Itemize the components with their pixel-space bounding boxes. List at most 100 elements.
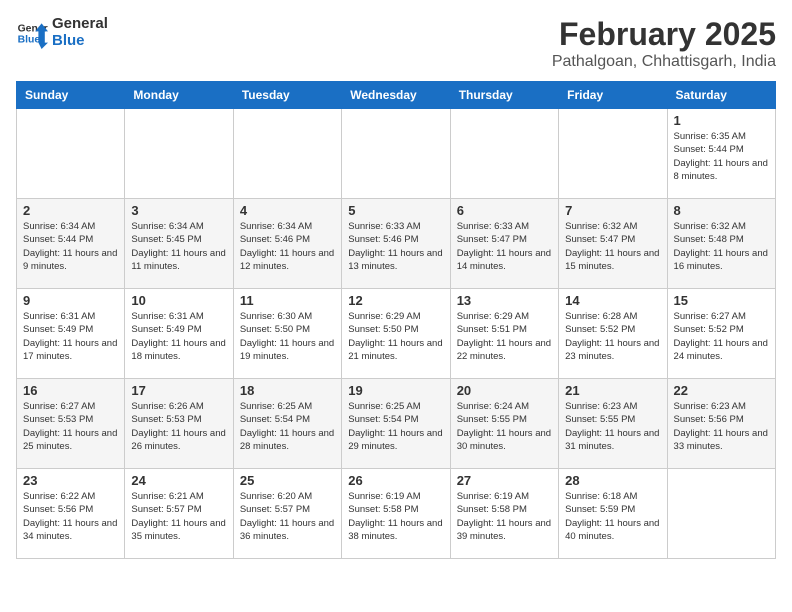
calendar-cell: 19 Sunrise: 6:25 AMSunset: 5:54 PMDayligh… bbox=[342, 379, 450, 469]
day-number: 24 bbox=[131, 473, 226, 488]
day-number: 3 bbox=[131, 203, 226, 218]
day-info: Sunrise: 6:28 AMSunset: 5:52 PMDaylight:… bbox=[565, 310, 660, 363]
location-title: Pathalgoan, Chhattisgarh, India bbox=[552, 53, 776, 71]
day-info: Sunrise: 6:23 AMSunset: 5:56 PMDaylight:… bbox=[674, 400, 769, 453]
day-info: Sunrise: 6:33 AMSunset: 5:47 PMDaylight:… bbox=[457, 220, 552, 273]
day-info: Sunrise: 6:34 AMSunset: 5:45 PMDaylight:… bbox=[131, 220, 226, 273]
day-number: 16 bbox=[23, 383, 118, 398]
weekday-header-thursday: Thursday bbox=[450, 82, 558, 109]
calendar-cell: 12 Sunrise: 6:29 AMSunset: 5:50 PMDayligh… bbox=[342, 289, 450, 379]
day-number: 15 bbox=[674, 293, 769, 308]
day-info: Sunrise: 6:29 AMSunset: 5:50 PMDaylight:… bbox=[348, 310, 443, 363]
page-header: General Blue General Blue February 2025 … bbox=[16, 16, 776, 71]
title-section: February 2025 Pathalgoan, Chhattisgarh, … bbox=[552, 16, 776, 71]
calendar-cell bbox=[559, 109, 667, 199]
logo-general: General bbox=[52, 16, 108, 33]
day-info: Sunrise: 6:35 AMSunset: 5:44 PMDaylight:… bbox=[674, 130, 769, 183]
day-number: 8 bbox=[674, 203, 769, 218]
svg-text:Blue: Blue bbox=[18, 34, 41, 45]
calendar-cell: 5 Sunrise: 6:33 AMSunset: 5:46 PMDaylight… bbox=[342, 199, 450, 289]
calendar-cell: 1 Sunrise: 6:35 AMSunset: 5:44 PMDaylight… bbox=[667, 109, 775, 199]
calendar-cell bbox=[667, 469, 775, 559]
day-info: Sunrise: 6:27 AMSunset: 5:52 PMDaylight:… bbox=[674, 310, 769, 363]
weekday-header-tuesday: Tuesday bbox=[233, 82, 341, 109]
week-row-4: 16 Sunrise: 6:27 AMSunset: 5:53 PMDayligh… bbox=[17, 379, 776, 469]
day-info: Sunrise: 6:24 AMSunset: 5:55 PMDaylight:… bbox=[457, 400, 552, 453]
calendar-cell bbox=[450, 109, 558, 199]
day-number: 27 bbox=[457, 473, 552, 488]
calendar-cell: 14 Sunrise: 6:28 AMSunset: 5:52 PMDayligh… bbox=[559, 289, 667, 379]
calendar-cell: 8 Sunrise: 6:32 AMSunset: 5:48 PMDaylight… bbox=[667, 199, 775, 289]
calendar-cell: 22 Sunrise: 6:23 AMSunset: 5:56 PMDayligh… bbox=[667, 379, 775, 469]
calendar-cell: 13Sunrise: 6:29 AMSunset: 5:51 PMDayligh… bbox=[450, 289, 558, 379]
day-info: Sunrise: 6:25 AMSunset: 5:54 PMDaylight:… bbox=[240, 400, 335, 453]
week-row-3: 9 Sunrise: 6:31 AMSunset: 5:49 PMDaylight… bbox=[17, 289, 776, 379]
calendar-cell: 6 Sunrise: 6:33 AMSunset: 5:47 PMDaylight… bbox=[450, 199, 558, 289]
day-number: 20 bbox=[457, 383, 552, 398]
day-number: 9 bbox=[23, 293, 118, 308]
day-info: Sunrise: 6:31 AMSunset: 5:49 PMDaylight:… bbox=[131, 310, 226, 363]
weekday-header-monday: Monday bbox=[125, 82, 233, 109]
logo-blue: Blue bbox=[52, 33, 108, 50]
day-info: Sunrise: 6:34 AMSunset: 5:44 PMDaylight:… bbox=[23, 220, 118, 273]
day-info: Sunrise: 6:30 AMSunset: 5:50 PMDaylight:… bbox=[240, 310, 335, 363]
day-number: 21 bbox=[565, 383, 660, 398]
day-info: Sunrise: 6:33 AMSunset: 5:46 PMDaylight:… bbox=[348, 220, 443, 273]
calendar-cell: 9 Sunrise: 6:31 AMSunset: 5:49 PMDaylight… bbox=[17, 289, 125, 379]
weekday-header-friday: Friday bbox=[559, 82, 667, 109]
month-title: February 2025 bbox=[552, 16, 776, 53]
day-number: 14 bbox=[565, 293, 660, 308]
calendar-cell: 21 Sunrise: 6:23 AMSunset: 5:55 PMDayligh… bbox=[559, 379, 667, 469]
calendar-cell: 10Sunrise: 6:31 AMSunset: 5:49 PMDayligh… bbox=[125, 289, 233, 379]
calendar-cell: 27 Sunrise: 6:19 AMSunset: 5:58 PMDayligh… bbox=[450, 469, 558, 559]
day-number: 13 bbox=[457, 293, 552, 308]
day-number: 5 bbox=[348, 203, 443, 218]
calendar-cell bbox=[342, 109, 450, 199]
day-number: 19 bbox=[348, 383, 443, 398]
day-number: 1 bbox=[674, 113, 769, 128]
day-number: 25 bbox=[240, 473, 335, 488]
weekday-header-wednesday: Wednesday bbox=[342, 82, 450, 109]
day-number: 22 bbox=[674, 383, 769, 398]
day-number: 17 bbox=[131, 383, 226, 398]
calendar-cell: 15 Sunrise: 6:27 AMSunset: 5:52 PMDayligh… bbox=[667, 289, 775, 379]
logo: General Blue General Blue bbox=[16, 16, 108, 49]
week-row-2: 2Sunrise: 6:34 AMSunset: 5:44 PMDaylight… bbox=[17, 199, 776, 289]
day-info: Sunrise: 6:19 AMSunset: 5:58 PMDaylight:… bbox=[457, 490, 552, 543]
day-number: 18 bbox=[240, 383, 335, 398]
calendar-table: SundayMondayTuesdayWednesdayThursdayFrid… bbox=[16, 81, 776, 559]
day-info: Sunrise: 6:25 AMSunset: 5:54 PMDaylight:… bbox=[348, 400, 443, 453]
calendar-cell bbox=[233, 109, 341, 199]
day-info: Sunrise: 6:22 AMSunset: 5:56 PMDaylight:… bbox=[23, 490, 118, 543]
calendar-cell: 18 Sunrise: 6:25 AMSunset: 5:54 PMDayligh… bbox=[233, 379, 341, 469]
day-number: 7 bbox=[565, 203, 660, 218]
weekday-header-sunday: Sunday bbox=[17, 82, 125, 109]
day-info: Sunrise: 6:26 AMSunset: 5:53 PMDaylight:… bbox=[131, 400, 226, 453]
day-info: Sunrise: 6:27 AMSunset: 5:53 PMDaylight:… bbox=[23, 400, 118, 453]
calendar-cell: 4Sunrise: 6:34 AMSunset: 5:46 PMDaylight… bbox=[233, 199, 341, 289]
calendar-cell bbox=[125, 109, 233, 199]
week-row-1: 1 Sunrise: 6:35 AMSunset: 5:44 PMDaylight… bbox=[17, 109, 776, 199]
day-number: 12 bbox=[348, 293, 443, 308]
day-info: Sunrise: 6:31 AMSunset: 5:49 PMDaylight:… bbox=[23, 310, 118, 363]
calendar-cell: 26Sunrise: 6:19 AMSunset: 5:58 PMDayligh… bbox=[342, 469, 450, 559]
day-number: 28 bbox=[565, 473, 660, 488]
calendar-cell: 7 Sunrise: 6:32 AMSunset: 5:47 PMDaylight… bbox=[559, 199, 667, 289]
calendar-cell: 16 Sunrise: 6:27 AMSunset: 5:53 PMDayligh… bbox=[17, 379, 125, 469]
week-row-5: 23 Sunrise: 6:22 AMSunset: 5:56 PMDayligh… bbox=[17, 469, 776, 559]
calendar-cell: 20 Sunrise: 6:24 AMSunset: 5:55 PMDayligh… bbox=[450, 379, 558, 469]
calendar-cell: 3 Sunrise: 6:34 AMSunset: 5:45 PMDaylight… bbox=[125, 199, 233, 289]
day-info: Sunrise: 6:32 AMSunset: 5:48 PMDaylight:… bbox=[674, 220, 769, 273]
day-number: 23 bbox=[23, 473, 118, 488]
day-info: Sunrise: 6:32 AMSunset: 5:47 PMDaylight:… bbox=[565, 220, 660, 273]
day-info: Sunrise: 6:23 AMSunset: 5:55 PMDaylight:… bbox=[565, 400, 660, 453]
calendar-cell: 23 Sunrise: 6:22 AMSunset: 5:56 PMDayligh… bbox=[17, 469, 125, 559]
day-number: 6 bbox=[457, 203, 552, 218]
calendar-cell: 2Sunrise: 6:34 AMSunset: 5:44 PMDaylight… bbox=[17, 199, 125, 289]
calendar-cell: 25Sunrise: 6:20 AMSunset: 5:57 PMDayligh… bbox=[233, 469, 341, 559]
logo-icon: General Blue bbox=[16, 17, 48, 49]
day-info: Sunrise: 6:19 AMSunset: 5:58 PMDaylight:… bbox=[348, 490, 443, 543]
day-number: 4 bbox=[240, 203, 335, 218]
calendar-cell: 28Sunrise: 6:18 AMSunset: 5:59 PMDayligh… bbox=[559, 469, 667, 559]
day-number: 11 bbox=[240, 293, 335, 308]
